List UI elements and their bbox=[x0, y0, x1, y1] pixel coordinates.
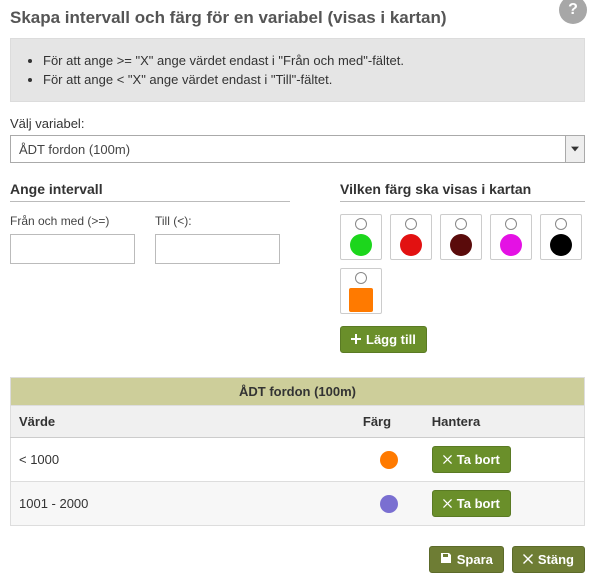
to-label: Till (<): bbox=[155, 214, 280, 228]
color-swatch-magenta bbox=[500, 234, 522, 256]
info-line-2: För att ange < "X" ange värdet endast i … bbox=[43, 72, 570, 87]
radio-icon bbox=[355, 218, 367, 230]
color-grid bbox=[340, 214, 585, 314]
remove-button[interactable]: Ta bort bbox=[432, 446, 511, 473]
cell-color bbox=[355, 482, 424, 526]
add-button-label: Lägg till bbox=[366, 332, 416, 347]
cell-manage: Ta bort bbox=[424, 482, 585, 526]
col-header-color: Färg bbox=[355, 406, 424, 438]
radio-icon bbox=[505, 218, 517, 230]
to-input[interactable] bbox=[155, 234, 280, 264]
color-section-title: Vilken färg ska visas i kartan bbox=[340, 181, 585, 202]
from-label: Från och med (>=) bbox=[10, 214, 135, 228]
color-swatch-darkred bbox=[450, 234, 472, 256]
add-button[interactable]: Lägg till bbox=[340, 326, 427, 353]
color-option-darkred[interactable] bbox=[440, 214, 482, 260]
page-title: Skapa intervall och färg för en variabel… bbox=[10, 8, 585, 28]
intervals-table: ÅDT fordon (100m) Värde Färg Hantera < 1… bbox=[10, 377, 585, 526]
save-button[interactable]: Spara bbox=[429, 546, 504, 573]
cell-manage: Ta bort bbox=[424, 438, 585, 482]
remove-button[interactable]: Ta bort bbox=[432, 490, 511, 517]
table-row: 1001 - 2000 Ta bort bbox=[11, 482, 585, 526]
color-option-green[interactable] bbox=[340, 214, 382, 260]
info-box: För att ange >= "X" ange värdet endast i… bbox=[10, 38, 585, 102]
close-button-label: Stäng bbox=[538, 552, 574, 567]
table-row: < 1000 Ta bort bbox=[11, 438, 585, 482]
color-option-orange[interactable] bbox=[340, 268, 382, 314]
remove-icon bbox=[443, 452, 452, 467]
radio-icon bbox=[555, 218, 567, 230]
close-button[interactable]: Stäng bbox=[512, 546, 585, 573]
col-header-manage: Hantera bbox=[424, 406, 585, 438]
from-input[interactable] bbox=[10, 234, 135, 264]
color-swatch-black bbox=[550, 234, 572, 256]
cell-color bbox=[355, 438, 424, 482]
color-dot bbox=[380, 495, 398, 513]
color-option-black[interactable] bbox=[540, 214, 582, 260]
interval-section-title: Ange intervall bbox=[10, 181, 290, 202]
col-header-value: Värde bbox=[11, 406, 355, 438]
radio-icon bbox=[355, 272, 367, 284]
color-option-magenta[interactable] bbox=[490, 214, 532, 260]
color-dot bbox=[380, 451, 398, 469]
cell-value: 1001 - 2000 bbox=[11, 482, 355, 526]
remove-button-label: Ta bort bbox=[457, 496, 500, 511]
table-title: ÅDT fordon (100m) bbox=[11, 378, 585, 406]
remove-button-label: Ta bort bbox=[457, 452, 500, 467]
radio-icon bbox=[455, 218, 467, 230]
radio-icon bbox=[405, 218, 417, 230]
color-option-red[interactable] bbox=[390, 214, 432, 260]
color-swatch-green bbox=[350, 234, 372, 256]
variable-select[interactable]: ÅDT fordon (100m) bbox=[10, 135, 585, 163]
variable-label: Välj variabel: bbox=[10, 116, 585, 131]
info-line-1: För att ange >= "X" ange värdet endast i… bbox=[43, 53, 570, 68]
save-icon bbox=[440, 552, 452, 567]
color-swatch-orange bbox=[349, 288, 373, 312]
color-swatch-red bbox=[400, 234, 422, 256]
close-icon bbox=[523, 552, 533, 567]
plus-icon bbox=[351, 332, 361, 347]
help-icon: ? bbox=[568, 1, 578, 19]
cell-value: < 1000 bbox=[11, 438, 355, 482]
remove-icon bbox=[443, 496, 452, 511]
save-button-label: Spara bbox=[457, 552, 493, 567]
